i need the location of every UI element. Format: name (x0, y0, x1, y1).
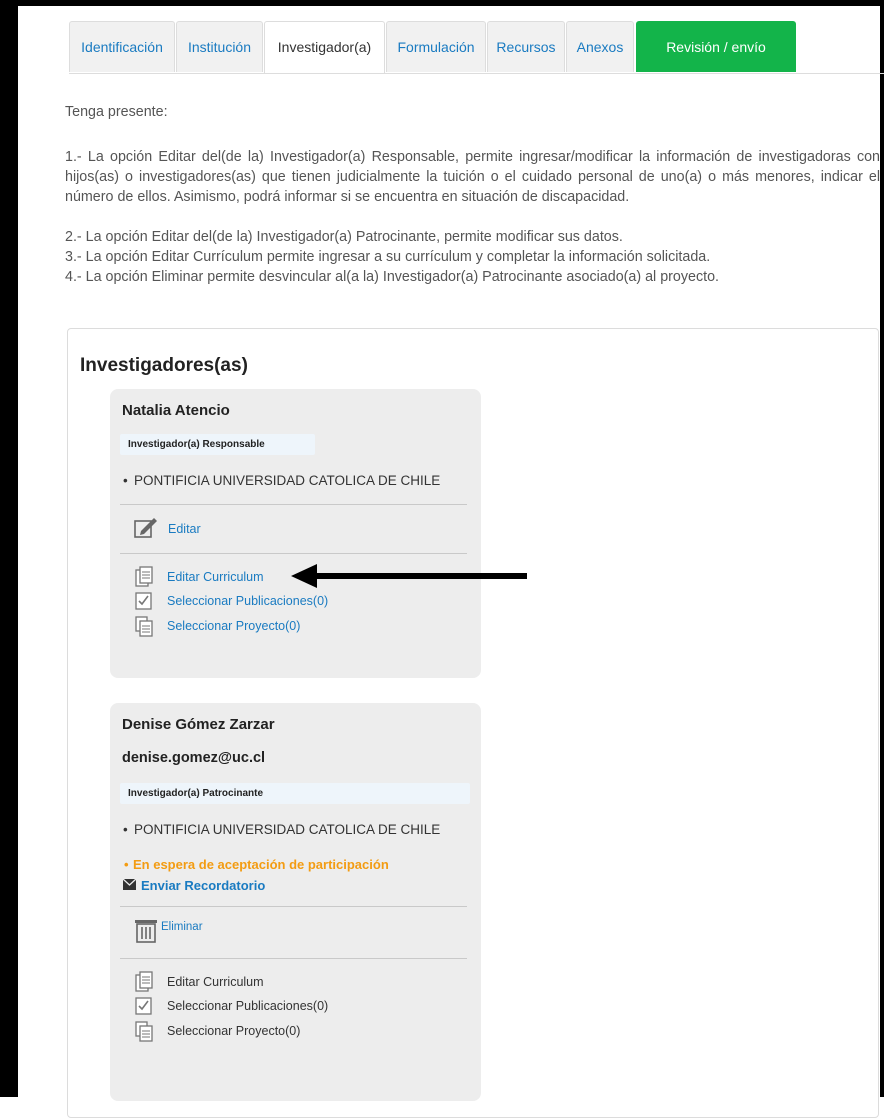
edit-curriculum-link[interactable]: Editar Curriculum (167, 570, 264, 584)
tab-formulacion[interactable]: Formulación (386, 21, 486, 72)
arrow-pointer (291, 564, 527, 588)
role-badge: Investigador(a) Responsable (120, 434, 315, 455)
researcher-name: Denise Gómez Zarzar (122, 716, 275, 733)
send-reminder-link[interactable]: Enviar Recordatorio (141, 878, 265, 893)
edit-link[interactable]: Editar (168, 522, 201, 536)
tab-identificacion[interactable]: Identificación (69, 21, 175, 72)
institution-item: PONTIFICIA UNIVERSIDAD CATOLICA DE CHILE (123, 473, 440, 488)
divider (120, 906, 467, 907)
note-item-1: 1.- La opción Editar del(de la) Investig… (65, 149, 880, 205)
select-publications-text: Seleccionar Publicaciones(0) (167, 999, 329, 1013)
edit-icon[interactable] (133, 515, 159, 539)
delete-link[interactable]: Eliminar (161, 921, 203, 933)
tab-revision-envio[interactable]: Revisión / envío (636, 21, 796, 72)
stacked-pages-icon (135, 616, 153, 637)
trash-icon[interactable] (134, 917, 158, 943)
document-icon (135, 971, 153, 992)
note-item-4: 4.- La opción Eliminar permite desvincul… (65, 269, 720, 285)
notes-heading: Tenga presente: (65, 104, 168, 120)
institution-item: PONTIFICIA UNIVERSIDAD CATOLICA DE CHILE (123, 822, 440, 837)
select-publications-link[interactable]: Seleccionar Publicaciones(0) (167, 594, 328, 608)
status-pending: • En espera de aceptación de participació… (124, 857, 389, 872)
document-icon (135, 566, 153, 587)
researcher-name: Natalia Atencio (122, 402, 230, 419)
panel-title: Investigadores(as) (80, 355, 248, 376)
note-item-2: 2.- La opción Editar del(de la) Investig… (65, 229, 623, 245)
envelope-icon (123, 879, 136, 890)
stacked-pages-icon (135, 1021, 153, 1042)
select-project-link[interactable]: Seleccionar Proyecto(0) (167, 619, 300, 633)
researcher-email: denise.gomez@uc.cl (122, 750, 266, 766)
checkbox-icon (135, 592, 152, 610)
status-text: En espera de aceptación de participación (133, 857, 389, 872)
tab-investigador[interactable]: Investigador(a) (264, 21, 385, 73)
tab-institucion[interactable]: Institución (176, 21, 263, 72)
divider (120, 958, 467, 959)
edit-curriculum-text: Editar Curriculum (167, 975, 264, 989)
checkbox-icon (135, 997, 152, 1015)
researcher-card-patrocinante: Denise Gómez Zarzar denise.gomez@uc.cl I… (110, 703, 481, 1101)
tab-recursos[interactable]: Recursos (487, 21, 565, 72)
note-item-3: 3.- La opción Editar Currículum permite … (65, 249, 711, 265)
role-badge: Investigador(a) Patrocinante (120, 783, 470, 804)
tab-anexos[interactable]: Anexos (566, 21, 634, 72)
divider (120, 553, 467, 554)
tab-bar: Identificación Institución Investigador(… (69, 21, 884, 74)
researcher-card-responsable: Natalia Atencio Investigador(a) Responsa… (110, 389, 481, 678)
divider (120, 504, 467, 505)
select-project-text: Seleccionar Proyecto(0) (167, 1024, 301, 1038)
